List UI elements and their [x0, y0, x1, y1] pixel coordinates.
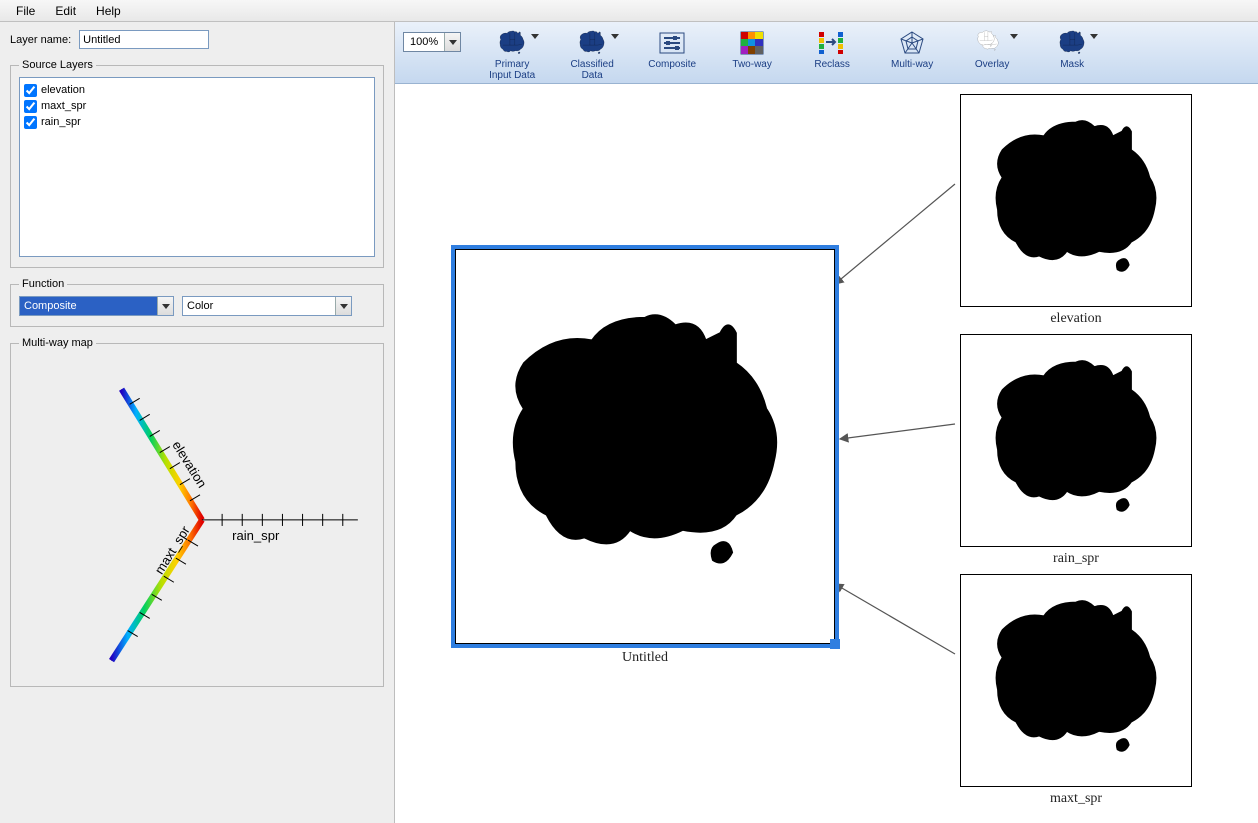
tool-classified-data[interactable]: ClassifiedData [561, 26, 623, 81]
function-legend: Function [19, 278, 67, 290]
zoom-value: 100% [404, 36, 444, 48]
chevron-down-icon [611, 34, 619, 39]
layer-label: rain_spr [41, 116, 81, 128]
menu-help[interactable]: Help [86, 1, 131, 21]
tool-label: Overlay [975, 59, 1009, 70]
chevron-down-icon[interactable] [444, 33, 460, 51]
function-primary-value: Composite [20, 297, 173, 315]
tool-label: Multi-way [891, 59, 933, 70]
left-panel: Layer name: Source Layers elevation maxt… [0, 22, 395, 823]
chevron-down-icon [1010, 34, 1018, 39]
tool-label: Composite [648, 59, 696, 70]
function-primary-select[interactable]: Composite [19, 296, 174, 316]
menubar: File Edit Help [0, 0, 1258, 22]
chevron-down-icon[interactable] [157, 297, 173, 315]
main-map-card[interactable] [455, 249, 835, 644]
axis-label: rain_spr [232, 528, 280, 543]
tool-label: PrimaryInput Data [489, 59, 535, 81]
layer-label: elevation [41, 84, 85, 96]
tool-label: Two-way [732, 59, 771, 70]
thumbnail-rain-spr[interactable] [960, 334, 1192, 547]
web-icon [897, 29, 927, 57]
tool-label: Reclass [814, 59, 850, 70]
tool-group: PrimaryInput Data ClassifiedData [481, 26, 1103, 81]
tool-reclass[interactable]: Reclass [801, 26, 863, 81]
tool-label: ClassifiedData [570, 59, 613, 81]
tool-mask[interactable]: Mask [1041, 26, 1103, 81]
layer-row[interactable]: elevation [24, 82, 370, 98]
source-layers-list[interactable]: elevation maxt_spr rain_spr [19, 77, 375, 257]
tool-primary-input-data[interactable]: PrimaryInput Data [481, 26, 543, 81]
layer-checkbox[interactable] [24, 84, 37, 97]
thumbnail-elevation[interactable] [960, 94, 1192, 307]
canvas[interactable]: Untitled elevation rain_spr maxt_spr [395, 84, 1258, 823]
tool-composite[interactable]: Composite [641, 26, 703, 81]
thumbnail-maxt-spr[interactable] [960, 574, 1192, 787]
right-panel: 100% PrimaryInput Data [395, 22, 1258, 823]
source-layers-legend: Source Layers [19, 59, 96, 71]
menu-edit[interactable]: Edit [45, 1, 86, 21]
layer-row[interactable]: rain_spr [24, 114, 370, 130]
chevron-down-icon[interactable] [335, 297, 351, 315]
layer-name-input[interactable] [79, 30, 209, 49]
resize-handle[interactable] [830, 639, 840, 649]
multiway-legend: Multi-way map [19, 337, 96, 349]
main-map-caption: Untitled [622, 650, 668, 666]
axis-label: elevation [169, 438, 209, 490]
tool-two-way[interactable]: Two-way [721, 26, 783, 81]
function-group: Function Composite Color [10, 278, 384, 327]
grid-icon [739, 30, 765, 56]
zoom-select[interactable]: 100% [403, 32, 461, 52]
thumbnail-caption: rain_spr [1053, 551, 1099, 567]
tool-overlay[interactable]: Overlay [961, 26, 1023, 81]
overlay-icon [974, 29, 1010, 57]
function-secondary-value: Color [183, 297, 351, 315]
chevron-down-icon [531, 34, 539, 39]
tool-multi-way[interactable]: Multi-way [881, 26, 943, 81]
menu-file[interactable]: File [6, 1, 45, 21]
thumbnail-caption: elevation [1050, 311, 1101, 327]
toolbar: 100% PrimaryInput Data [395, 22, 1258, 84]
multiway-star-icon: elevation rain_spr maxt_spr [11, 349, 383, 681]
layer-checkbox[interactable] [24, 116, 37, 129]
layer-row[interactable]: maxt_spr [24, 98, 370, 114]
function-secondary-select[interactable]: Color [182, 296, 352, 316]
thumbnail-caption: maxt_spr [1050, 791, 1102, 807]
chevron-down-icon [1090, 34, 1098, 39]
layer-name-label: Layer name: [10, 34, 71, 46]
sliders-icon [658, 31, 686, 55]
layer-checkbox[interactable] [24, 100, 37, 113]
multiway-group: Multi-way map [10, 337, 384, 687]
tool-label: Mask [1060, 59, 1084, 70]
layer-label: maxt_spr [41, 100, 86, 112]
source-layers-group: Source Layers elevation maxt_spr rain_sp… [10, 59, 384, 268]
reclass-icon [817, 30, 847, 56]
